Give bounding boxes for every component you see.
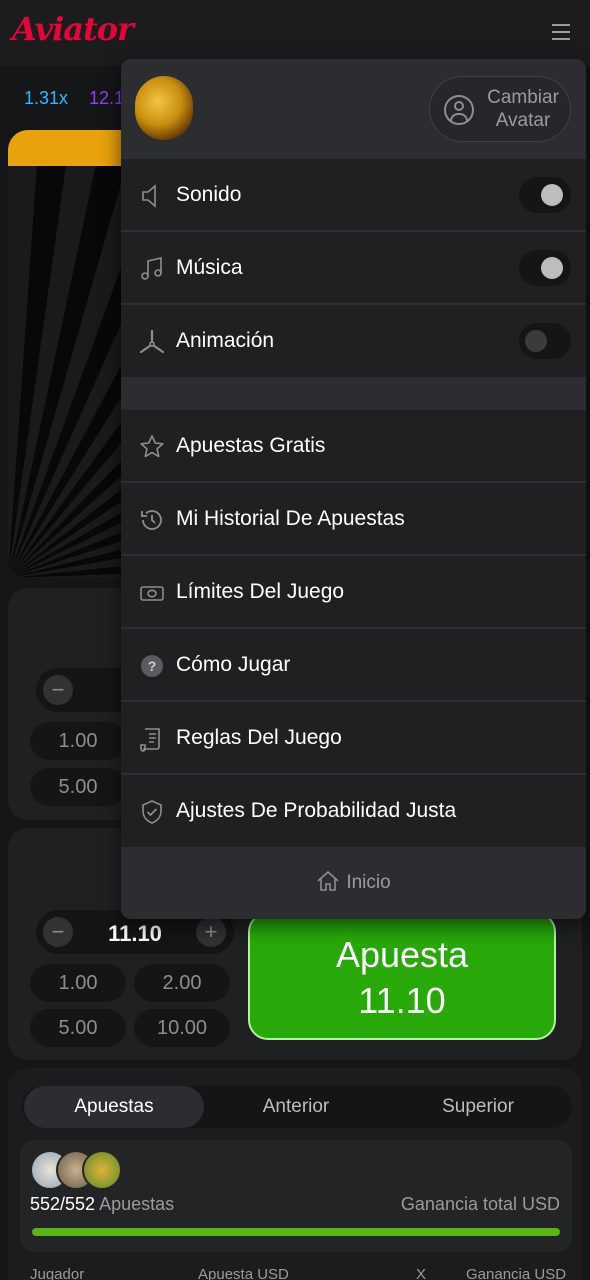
column-header: Jugador — [30, 1266, 85, 1280]
menu-item-label: Sonido — [176, 183, 242, 206]
menu-item-reglas[interactable]: Reglas Del Juego — [121, 702, 586, 774]
home-button[interactable]: Inicio — [121, 848, 586, 919]
document-icon — [139, 726, 165, 752]
increase-button[interactable]: + — [196, 917, 226, 947]
menu-item-historial[interactable]: Mi Historial De Apuestas — [121, 483, 586, 555]
menu-item-apuestas-gratis[interactable]: Apuestas Gratis — [121, 410, 586, 482]
menu-item-label: Reglas Del Juego — [176, 726, 342, 749]
history-icon — [139, 507, 165, 533]
menu-item-label: Apuestas Gratis — [176, 434, 326, 457]
bets-count: 552/552 Apuestas — [30, 1194, 175, 1214]
tab-anterior[interactable]: Anterior — [206, 1086, 386, 1128]
total-win-label: Ganancia total USD — [400, 1194, 560, 1214]
menu-item-label: Límites Del Juego — [176, 580, 345, 603]
history-multiplier: 12.1 — [89, 88, 125, 108]
menu-item-musica[interactable]: Música — [121, 232, 586, 304]
sound-toggle[interactable] — [519, 177, 571, 213]
column-header: X — [416, 1266, 427, 1280]
user-icon — [444, 95, 474, 125]
menu-item-label: Música — [176, 256, 243, 279]
bets-tabs: Apuestas Anterior Superior — [22, 1086, 572, 1128]
music-note-icon — [139, 256, 165, 282]
shield-check-icon — [139, 799, 165, 825]
change-avatar-button[interactable]: Cambiar Avatar — [429, 76, 571, 142]
tab-superior[interactable]: Superior — [388, 1086, 568, 1128]
menu-item-como-jugar[interactable]: ? Cómo Jugar — [121, 629, 586, 701]
menu-item-probabilidad-justa[interactable]: Ajustes De Probabilidad Justa — [121, 775, 586, 847]
menu-item-label: Cómo Jugar — [176, 653, 291, 676]
column-header: Ganancia USD — [466, 1266, 567, 1280]
bet-button-label: Apuesta — [335, 934, 469, 975]
bet-button-amount: 11.10 — [358, 980, 446, 1021]
bets-progress-bar — [32, 1228, 560, 1236]
menu-item-label: Ajustes De Probabilidad Justa — [176, 799, 457, 822]
quick-amount-button[interactable]: 1.00 — [30, 722, 126, 760]
quick-amount-button[interactable]: 5.00 — [30, 768, 126, 806]
bets-count-label: Apuestas — [99, 1194, 175, 1214]
animation-toggle[interactable] — [519, 323, 571, 359]
music-toggle[interactable] — [519, 250, 571, 286]
menu-item-label: Animación — [176, 329, 275, 352]
place-bet-button[interactable]: Apuesta 11.10 — [248, 912, 556, 1040]
history-multiplier: 1.31x — [24, 88, 69, 108]
menu-item-label: Mi Historial De Apuestas — [176, 507, 405, 530]
menu-item-limites[interactable]: Límites Del Juego — [121, 556, 586, 628]
aviator-logo[interactable]: Aviator — [12, 10, 134, 48]
quick-amount-button[interactable]: 10.00 — [134, 1009, 230, 1047]
speaker-icon — [139, 183, 165, 209]
player-avatars — [30, 1150, 130, 1190]
column-header: Apuesta USD — [198, 1266, 289, 1280]
menu-item-animacion[interactable]: Animación — [121, 305, 586, 377]
propeller-icon — [139, 329, 165, 355]
home-label: Inicio — [346, 872, 391, 893]
app-header: Aviator — [0, 0, 590, 66]
banknote-icon — [139, 580, 165, 606]
question-icon: ? — [139, 653, 165, 679]
menu-profile: Cambiar Avatar — [121, 59, 586, 159]
quick-amount-button[interactable]: 2.00 — [134, 964, 230, 1002]
user-menu-dropdown: Cambiar Avatar Sonido Música Animación A… — [121, 59, 586, 919]
star-icon — [139, 434, 165, 460]
bets-summary: 552/552 Apuestas Ganancia total USD — [20, 1140, 572, 1252]
change-avatar-label: Cambiar Avatar — [487, 87, 559, 131]
home-icon — [316, 870, 340, 898]
tab-apuestas[interactable]: Apuestas — [24, 1086, 204, 1128]
avatar — [135, 76, 193, 140]
menu-divider — [121, 378, 586, 410]
svg-text:?: ? — [148, 658, 157, 674]
menu-item-sonido[interactable]: Sonido — [121, 159, 586, 231]
avatar — [82, 1150, 122, 1190]
bets-panel: Apuestas Anterior Superior 552/552 Apues… — [8, 1068, 582, 1280]
quick-amount-button[interactable]: 1.00 — [30, 964, 126, 1002]
hamburger-icon[interactable] — [552, 24, 570, 40]
quick-amount-button[interactable]: 5.00 — [30, 1009, 126, 1047]
